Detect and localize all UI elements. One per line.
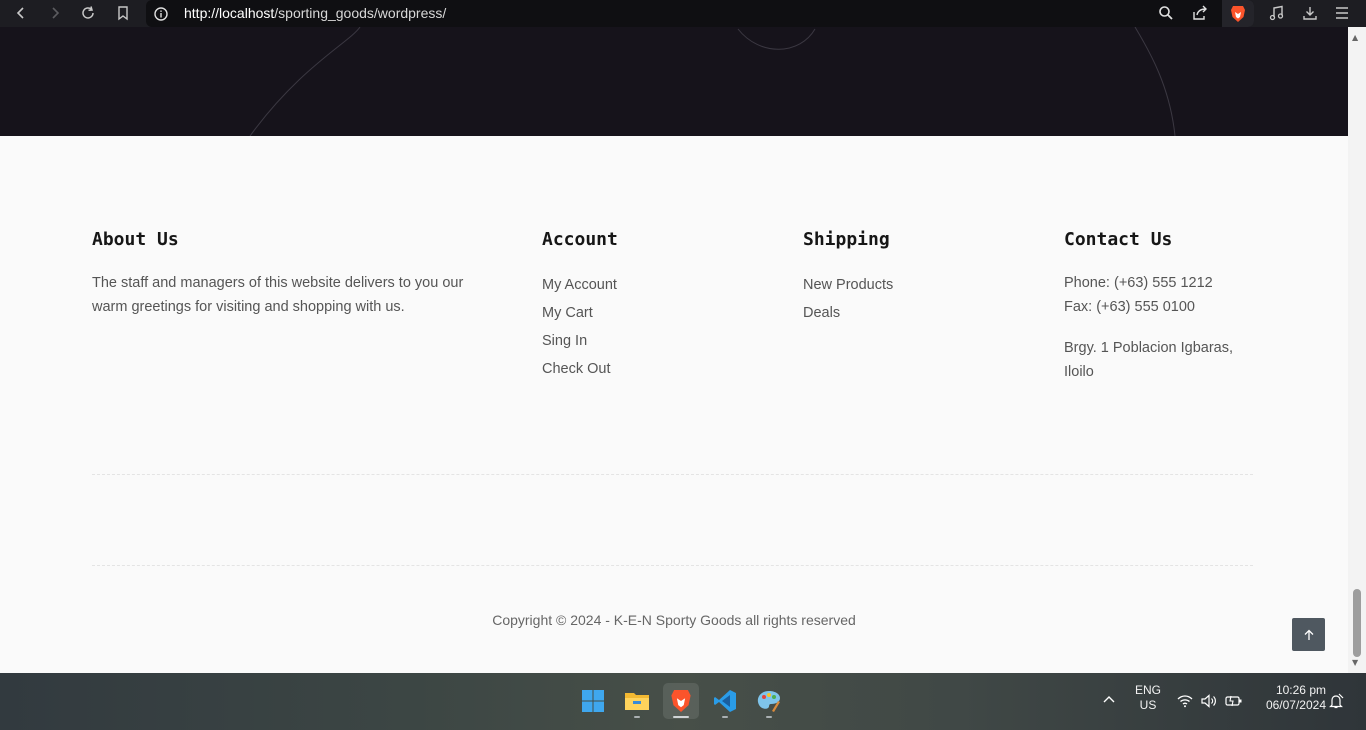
bookmark-icon	[118, 6, 128, 21]
forward-arrow-icon	[52, 7, 60, 19]
footer-divider-top	[92, 474, 1253, 475]
hero-section-bottom	[0, 27, 1348, 136]
brave-lion-icon	[1231, 5, 1245, 22]
shipping-heading: Shipping	[803, 229, 890, 250]
taskbar-paint-app[interactable]	[751, 683, 787, 719]
taskbar-file-explorer[interactable]	[619, 683, 655, 719]
contact-address: Brgy. 1 Poblacion Igbaras, Iloilo	[1064, 340, 1233, 380]
url-text[interactable]: http://localhost/sporting_goods/wordpres…	[184, 5, 446, 21]
site-info-icon[interactable]	[154, 6, 168, 25]
battery-icon[interactable]	[1225, 693, 1243, 712]
account-links: My Account My Cart Sing In Check Out	[542, 271, 618, 383]
running-indicator	[766, 716, 772, 718]
notification-bell-icon[interactable]	[1328, 693, 1344, 713]
copyright-text: Copyright © 2024 - K-E-N Sporty Goods al…	[492, 612, 856, 628]
start-button[interactable]	[575, 683, 611, 719]
link-my-account[interactable]: My Account	[542, 271, 618, 299]
bookmark-button[interactable]	[110, 1, 136, 25]
clock-date: 06/07/2024	[1265, 698, 1326, 712]
reload-icon	[82, 6, 94, 19]
contact-lines: Phone: (+63) 555 1212 Fax: (+63) 555 010…	[1064, 271, 1264, 319]
clock[interactable]: 10:26 pm 06/07/2024	[1254, 683, 1326, 713]
brave-shields-button[interactable]	[1222, 0, 1254, 27]
language-indicator[interactable]: ENG US	[1131, 683, 1165, 713]
reload-button[interactable]	[75, 1, 101, 25]
account-heading: Account	[542, 229, 618, 250]
back-to-top-button[interactable]	[1292, 618, 1325, 651]
shipping-links: New Products Deals	[803, 271, 893, 327]
back-button[interactable]	[8, 1, 34, 25]
page-scrollbar[interactable]: ▲ ▼	[1348, 27, 1366, 673]
show-hidden-icons-chevron-icon[interactable]	[1102, 692, 1116, 711]
address-bar[interactable]: http://localhost/sporting_goods/wordpres…	[146, 0, 1254, 27]
site-footer: About Us The staff and managers of this …	[0, 136, 1348, 673]
menu-button[interactable]	[1329, 1, 1355, 25]
about-text: The staff and managers of this website d…	[92, 275, 464, 315]
media-button[interactable]	[1264, 1, 1290, 25]
volume-icon[interactable]	[1201, 693, 1217, 712]
brave-browser-icon	[671, 690, 691, 712]
contact-fax: Fax: (+63) 555 0100	[1064, 299, 1195, 315]
zoom-icon[interactable]	[1158, 5, 1174, 25]
taskbar-vscode[interactable]	[707, 683, 743, 719]
running-indicator	[722, 716, 728, 718]
hamburger-menu-icon	[1336, 7, 1348, 19]
vscode-icon	[714, 690, 736, 712]
downloads-button[interactable]	[1297, 1, 1323, 25]
contact-phone: Phone: (+63) 555 1212	[1064, 275, 1213, 291]
contact-column: Contact Us Phone: (+63) 555 1212 Fax: (+…	[1064, 228, 1264, 384]
link-my-cart[interactable]: My Cart	[542, 299, 618, 327]
windows-logo-icon	[582, 690, 604, 712]
scroll-down-arrow-icon[interactable]: ▼	[1352, 658, 1358, 667]
url-host: http://localhost	[184, 5, 275, 21]
footer-divider-bottom	[92, 565, 1253, 566]
shipping-column: Shipping New Products Deals	[803, 228, 893, 327]
arrow-up-icon	[1304, 629, 1313, 640]
about-heading: About Us	[92, 229, 179, 250]
link-deals[interactable]: Deals	[803, 299, 893, 327]
url-path: /sporting_goods/wordpress/	[274, 5, 447, 21]
link-sign-in[interactable]: Sing In	[542, 327, 618, 355]
scroll-up-arrow-icon[interactable]: ▲	[1352, 33, 1358, 42]
share-icon[interactable]	[1191, 5, 1209, 25]
decorative-circles	[249, 27, 1176, 136]
windows-taskbar: ENG US 10:26 pm 06/07/2024	[0, 673, 1366, 730]
paint-palette-icon	[757, 691, 780, 712]
folder-icon	[625, 693, 649, 710]
back-arrow-icon	[16, 7, 24, 19]
account-column: Account My Account My Cart Sing In Check…	[542, 228, 618, 383]
active-indicator	[673, 716, 689, 718]
link-check-out[interactable]: Check Out	[542, 355, 618, 383]
link-new-products[interactable]: New Products	[803, 271, 893, 299]
language-code: ENG	[1134, 683, 1161, 697]
music-note-icon	[1269, 5, 1284, 21]
clock-time: 10:26 pm	[1275, 683, 1326, 697]
contact-heading: Contact Us	[1064, 229, 1173, 250]
taskbar-brave-browser[interactable]	[663, 683, 699, 719]
scrollbar-thumb[interactable]	[1353, 589, 1361, 657]
forward-button[interactable]	[42, 1, 68, 25]
region-code: US	[1139, 698, 1157, 712]
download-icon	[1303, 7, 1317, 20]
browser-toolbar: http://localhost/sporting_goods/wordpres…	[0, 0, 1366, 27]
running-indicator	[634, 716, 640, 718]
about-column: About Us The staff and managers of this …	[92, 228, 472, 319]
wifi-icon[interactable]	[1177, 693, 1193, 712]
